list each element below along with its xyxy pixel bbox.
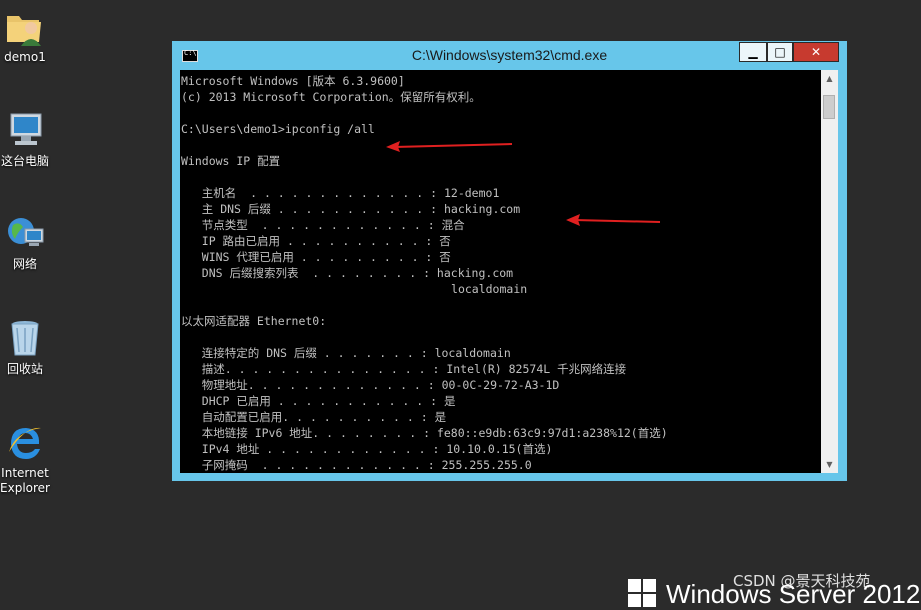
desktop-icon-demo1[interactable]: demo1	[0, 6, 60, 65]
scroll-up-arrow[interactable]: ▲	[821, 70, 838, 87]
desktop-icon-label: Internet Explorer	[0, 466, 50, 495]
vertical-scrollbar[interactable]: ▲ ▼	[821, 70, 838, 473]
windows-server-brand: Windows Server 2012 R2	[628, 579, 921, 609]
console-line: 自动配置已启用. . . . . . . . . . : 是	[181, 410, 447, 424]
console-line: Windows IP 配置	[181, 154, 281, 168]
windows-logo-icon	[628, 579, 658, 609]
console-line: (c) 2013 Microsoft Corporation。保留所有权利。	[181, 90, 481, 104]
desktop-icon-recycle-bin[interactable]: 回收站	[0, 318, 60, 377]
console-line: IPv4 地址 . . . . . . . . . . . . : 10.10.…	[181, 442, 553, 456]
annotation-arrow	[566, 214, 661, 226]
console-line: Microsoft Windows [版本 6.3.9600]	[181, 74, 405, 88]
maximize-button[interactable]: □	[767, 42, 793, 62]
console-output[interactable]: Microsoft Windows [版本 6.3.9600] (c) 2013 …	[180, 70, 821, 473]
console-line: 本地链接 IPv6 地址. . . . . . . . : fe80::e9db…	[181, 426, 668, 440]
desktop-icon-label: 网络	[12, 257, 37, 271]
desktop-icon-label: 这台电脑	[0, 154, 49, 168]
console-line: 主机名 . . . . . . . . . . . . . : 12-demo1	[181, 186, 500, 200]
console-line: WINS 代理已启用 . . . . . . . . . : 否	[181, 250, 451, 264]
minimize-button[interactable]: ▁	[739, 42, 767, 62]
desktop-icon-label: demo1	[4, 50, 46, 64]
scroll-down-arrow[interactable]: ▼	[821, 456, 838, 473]
desktop-icon-this-pc[interactable]: 这台电脑	[0, 110, 60, 169]
user-folder-icon	[5, 6, 45, 46]
computer-icon	[5, 110, 45, 150]
cmd-window[interactable]: C:\Windows\system32\cmd.exe ▁ □ ✕ Micros…	[172, 41, 847, 481]
os-brand-text: Windows Server 2012 R2	[666, 579, 921, 609]
title-bar[interactable]: C:\Windows\system32\cmd.exe ▁ □ ✕	[172, 41, 847, 69]
scroll-thumb[interactable]	[823, 95, 835, 119]
desktop-icon-label: 回收站	[6, 362, 43, 376]
console-line: DHCP 已启用 . . . . . . . . . . . : 是	[181, 394, 456, 408]
recycle-bin-icon	[5, 318, 45, 358]
network-icon	[5, 213, 45, 253]
console-line: 物理地址. . . . . . . . . . . . . : 00-0C-29…	[181, 378, 560, 392]
console-line: 连接特定的 DNS 后缀 . . . . . . . : localdomain	[181, 346, 511, 360]
desktop-icon-network[interactable]: 网络	[0, 213, 60, 272]
console-line: localdomain	[181, 282, 528, 296]
console-line: DNS 后缀搜索列表 . . . . . . . . : hacking.com	[181, 266, 514, 280]
console-line: 主 DNS 后缀 . . . . . . . . . . . : hacking…	[181, 202, 521, 216]
internet-explorer-icon	[5, 422, 45, 462]
console-line: 节点类型 . . . . . . . . . . . . : 混合	[181, 218, 465, 232]
console-line: 以太网适配器 Ethernet0:	[181, 314, 327, 328]
desktop-icon-internet-explorer[interactable]: Internet Explorer	[0, 422, 60, 496]
console-line: IP 路由已启用 . . . . . . . . . . : 否	[181, 234, 451, 248]
console-line: C:\Users\demo1>ipconfig /all	[181, 122, 375, 136]
close-button[interactable]: ✕	[793, 42, 839, 62]
annotation-arrow	[386, 141, 513, 152]
console-line: 子网掩码 . . . . . . . . . . . . : 255.255.2…	[181, 458, 532, 472]
console-line: 描述. . . . . . . . . . . . . . . : Intel(…	[181, 362, 627, 376]
